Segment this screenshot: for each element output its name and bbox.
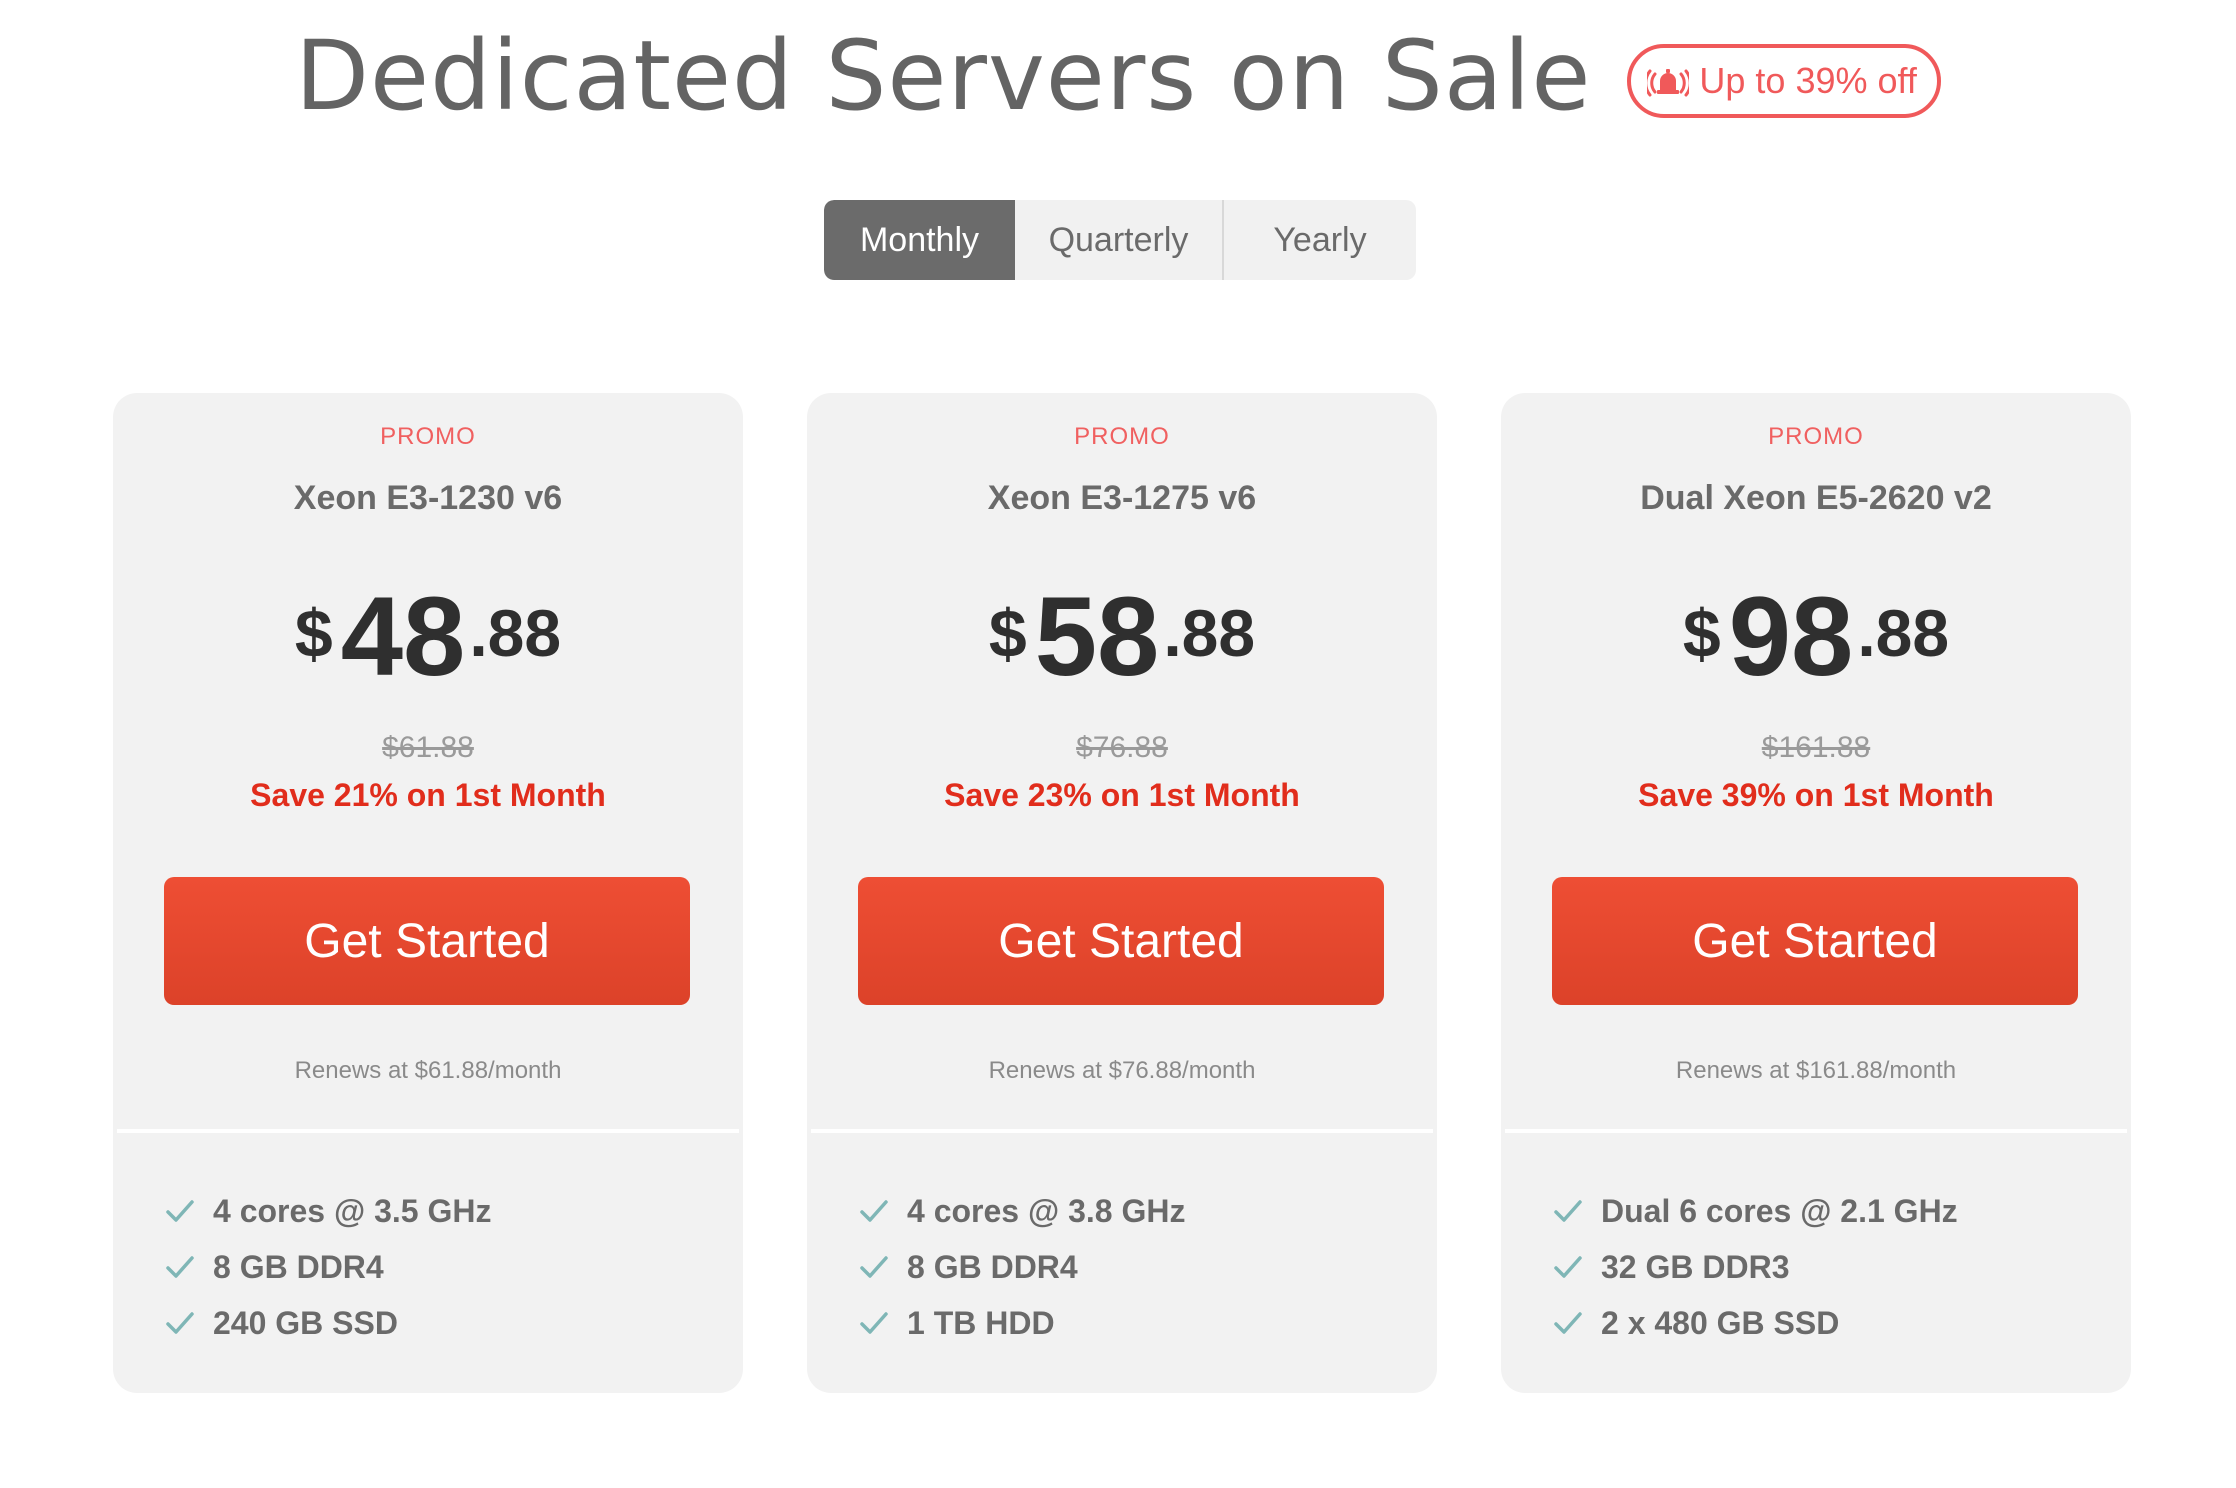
tab-monthly[interactable]: Monthly <box>824 200 1015 280</box>
renewal-text: Renews at $61.88/month <box>294 1057 562 1084</box>
promo-label: PROMO <box>380 423 476 450</box>
check-icon <box>859 1198 907 1224</box>
get-started-button[interactable]: Get Started <box>1552 877 2078 1005</box>
savings-text: Save 23% on 1st Month <box>944 777 1300 813</box>
feature-text: 8 GB DDR4 <box>213 1248 384 1285</box>
pricing-page: Dedicated Servers on Sale Up to 39% off … <box>0 0 2236 1488</box>
check-icon <box>1553 1310 1601 1336</box>
get-started-button[interactable]: Get Started <box>858 877 1384 1005</box>
check-icon <box>859 1254 907 1280</box>
check-icon <box>859 1310 907 1336</box>
card-divider <box>811 1129 1433 1133</box>
alarm-bell-icon <box>1647 60 1690 102</box>
feature-text: 32 GB DDR3 <box>1601 1248 1790 1285</box>
price-whole: 98 <box>1728 574 1854 699</box>
check-icon <box>165 1310 213 1336</box>
price-whole: 58 <box>1034 574 1160 699</box>
check-icon <box>165 1254 213 1280</box>
price-cents: .88 <box>1163 596 1256 670</box>
price-currency: $ <box>988 596 1027 672</box>
feature-item: 4 cores @ 3.5 GHz <box>165 1183 491 1239</box>
original-price: $161.88 <box>1761 731 1871 764</box>
savings-text: Save 21% on 1st Month <box>250 777 606 813</box>
feature-item: 4 cores @ 3.8 GHz <box>859 1183 1185 1239</box>
sale-badge: Up to 39% off <box>1627 44 1941 118</box>
plan-name: Dual Xeon E5-2620 v2 <box>1640 479 1992 517</box>
check-icon <box>1553 1254 1601 1280</box>
card-divider <box>1505 1129 2127 1133</box>
plan-card-xeon-e3-1230: PROMO Xeon E3-1230 v6 $ 48 .88 $61.88 Sa… <box>113 393 743 1393</box>
plan-name: Xeon E3-1275 v6 <box>987 479 1257 517</box>
plan-price: $ 98 .88 <box>1501 581 2131 693</box>
get-started-button[interactable]: Get Started <box>164 877 690 1005</box>
check-icon <box>1553 1198 1601 1224</box>
feature-list: 4 cores @ 3.8 GHz 8 GB DDR4 1 TB HDD <box>859 1183 1185 1351</box>
savings-text: Save 39% on 1st Month <box>1638 777 1994 813</box>
feature-text: Dual 6 cores @ 2.1 GHz <box>1601 1192 1958 1229</box>
feature-text: 2 x 480 GB SSD <box>1601 1304 1840 1341</box>
promo-label: PROMO <box>1074 423 1170 450</box>
price-whole: 48 <box>340 574 466 699</box>
tab-quarterly[interactable]: Quarterly <box>1015 200 1224 280</box>
feature-text: 4 cores @ 3.5 GHz <box>213 1192 492 1229</box>
sale-badge-label: Up to 39% off <box>1699 60 1917 101</box>
feature-item: 8 GB DDR4 <box>859 1239 1185 1295</box>
feature-text: 1 TB HDD <box>907 1304 1055 1341</box>
plan-price: $ 48 .88 <box>113 581 743 693</box>
original-price: $61.88 <box>382 731 474 764</box>
plan-card-dual-xeon-e5-2620: PROMO Dual Xeon E5-2620 v2 $ 98 .88 $161… <box>1501 393 2131 1393</box>
feature-text: 240 GB SSD <box>213 1304 398 1341</box>
renewal-text: Renews at $161.88/month <box>1675 1057 1957 1084</box>
feature-text: 8 GB DDR4 <box>907 1248 1078 1285</box>
check-icon <box>165 1198 213 1224</box>
feature-item: 1 TB HDD <box>859 1295 1185 1351</box>
feature-item: Dual 6 cores @ 2.1 GHz <box>1553 1183 1958 1239</box>
tab-yearly[interactable]: Yearly <box>1224 200 1416 280</box>
page-header: Dedicated Servers on Sale Up to 39% off <box>0 20 2236 132</box>
billing-period-toggle: Monthly Quarterly Yearly <box>824 200 1416 280</box>
price-cents: .88 <box>469 596 562 670</box>
promo-label: PROMO <box>1768 423 1864 450</box>
feature-item: 32 GB DDR3 <box>1553 1239 1958 1295</box>
plan-name: Xeon E3-1230 v6 <box>293 479 563 517</box>
plan-price: $ 58 .88 <box>807 581 1437 693</box>
price-currency: $ <box>1682 596 1721 672</box>
renewal-text: Renews at $76.88/month <box>988 1057 1256 1084</box>
feature-item: 2 x 480 GB SSD <box>1553 1295 1958 1351</box>
card-divider <box>117 1129 739 1133</box>
feature-item: 240 GB SSD <box>165 1295 491 1351</box>
feature-list: 4 cores @ 3.5 GHz 8 GB DDR4 240 GB SSD <box>165 1183 491 1351</box>
price-cents: .88 <box>1857 596 1950 670</box>
feature-text: 4 cores @ 3.8 GHz <box>907 1192 1186 1229</box>
feature-list: Dual 6 cores @ 2.1 GHz 32 GB DDR3 2 x 48… <box>1553 1183 1958 1351</box>
feature-item: 8 GB DDR4 <box>165 1239 491 1295</box>
original-price: $76.88 <box>1076 731 1168 764</box>
price-currency: $ <box>294 596 333 672</box>
page-title: Dedicated Servers on Sale <box>295 20 1592 132</box>
plan-card-xeon-e3-1275: PROMO Xeon E3-1275 v6 $ 58 .88 $76.88 Sa… <box>807 393 1437 1393</box>
